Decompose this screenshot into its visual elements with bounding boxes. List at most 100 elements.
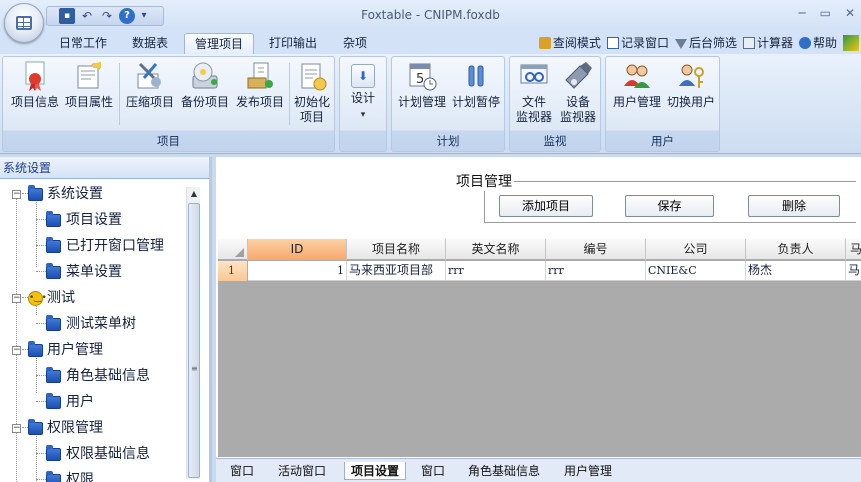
tab-manage-project[interactable]: 管理项目: [184, 33, 255, 54]
window-tab-role-info[interactable]: 角色基础信息: [462, 462, 546, 480]
app-menu-button[interactable]: [4, 3, 44, 43]
tab-daily-work[interactable]: 日常工作: [49, 33, 117, 54]
design-button[interactable]: ⬇ 设计 ▾: [344, 60, 382, 123]
maximize-button[interactable]: ▭: [820, 6, 831, 20]
group-user: 用户管理 切换用户 用户: [605, 56, 720, 152]
plan-management-button[interactable]: 5 计划管理: [395, 60, 449, 110]
tree-line: [36, 453, 46, 454]
backup-disc-icon: [192, 62, 218, 89]
readonly-mode-button[interactable]: 查阅模式: [538, 34, 601, 51]
cell-project-name[interactable]: 马来西亚项目部: [347, 261, 446, 281]
tree-node-users[interactable]: 用户: [0, 389, 209, 415]
folder-icon: [46, 211, 61, 227]
calculator-button[interactable]: 计算器: [742, 34, 793, 51]
device-monitor-button[interactable]: 设备 监视器: [557, 60, 599, 125]
tree-node-permission-management[interactable]: − 权限管理: [0, 415, 209, 441]
window-tab-project-settings[interactable]: 项目设置: [344, 462, 407, 480]
cell-company[interactable]: CNIE&C: [646, 261, 746, 281]
cell-id[interactable]: 1: [248, 261, 347, 281]
group-plan: 5 计划管理 计划暂停 计划: [391, 56, 505, 152]
publish-icon: [247, 62, 273, 89]
backup-project-button[interactable]: 备份项目: [178, 60, 232, 110]
ribbon-tabs: 日常工作 数据表 管理项目 打印输出 杂项 查阅模式 记录窗口 后台筛选 计算器…: [0, 30, 861, 54]
compress-project-button[interactable]: 压缩项目: [123, 60, 177, 110]
quick-tools: 查阅模式 记录窗口 后台筛选 计算器 帮助: [538, 34, 861, 51]
close-button[interactable]: ✕: [845, 6, 855, 20]
column-header-company[interactable]: 公司: [646, 239, 746, 260]
collapse-toggle[interactable]: −: [12, 190, 21, 199]
background-filter-button[interactable]: 后台筛选: [674, 34, 737, 51]
scroll-thumb[interactable]: ≡: [188, 203, 200, 478]
cell-code[interactable]: rrr: [546, 261, 646, 281]
grip-icon: ≡: [191, 364, 198, 373]
tree-node-test-menu-tree[interactable]: 测试菜单树: [0, 311, 209, 337]
delete-button[interactable]: 删除: [748, 195, 840, 217]
group-label-monitor: 监视: [543, 134, 567, 148]
column-header-extra[interactable]: 马: [846, 239, 861, 260]
collapse-toggle[interactable]: −: [12, 424, 21, 433]
tree-node-user-management[interactable]: − 用户管理: [0, 337, 209, 363]
design-arrow-icon: ⬇: [351, 64, 375, 88]
project-attributes-button[interactable]: 项目属性: [63, 60, 115, 110]
cell-extra[interactable]: 马: [846, 261, 861, 281]
navigation-panel: 系统设置 − 系统设置 项目设置 已打开窗口管理 菜单设置 − •‿• 测试 测…: [0, 157, 212, 482]
window-tab-user-management[interactable]: 用户管理: [558, 462, 618, 480]
tree-node-system-settings[interactable]: − 系统设置: [0, 181, 209, 207]
collapse-toggle[interactable]: −: [12, 346, 21, 355]
tab-data-tables[interactable]: 数据表: [122, 33, 178, 54]
window-tab-window-2[interactable]: 窗口: [415, 462, 451, 480]
tab-print-output[interactable]: 打印输出: [259, 33, 327, 54]
folder-icon: [46, 237, 61, 253]
tree-line: [36, 323, 46, 324]
minimize-button[interactable]: ─: [798, 6, 805, 20]
compress-tools-icon: [137, 62, 161, 89]
tree-node-project-settings[interactable]: 项目设置: [0, 207, 209, 233]
add-project-button[interactable]: 添加项目: [499, 195, 593, 217]
tree-node-menu-settings[interactable]: 菜单设置: [0, 259, 209, 285]
row-number[interactable]: 1: [218, 261, 248, 281]
initialize-project-button[interactable]: 初始化 项目: [291, 60, 333, 125]
app-menu-icon: [16, 16, 32, 30]
tree-node-label: 菜单设置: [66, 264, 122, 280]
tree-node-test[interactable]: − •‿• 测试: [0, 285, 209, 311]
cell-english-name[interactable]: rrr: [446, 261, 546, 281]
publish-project-button[interactable]: 发布项目: [233, 60, 287, 110]
switch-user-button[interactable]: 切换用户: [664, 60, 718, 110]
ribbon-separator: [119, 63, 120, 125]
column-header-english-name[interactable]: 英文名称: [446, 239, 546, 260]
tree-node-permissions[interactable]: 权限: [0, 467, 209, 482]
window-tab-window[interactable]: 窗口: [224, 462, 260, 480]
column-header-manager[interactable]: 负责人: [746, 239, 846, 260]
window-tab-active-window[interactable]: 活动窗口: [272, 462, 332, 480]
tab-misc[interactable]: 杂项: [333, 33, 377, 54]
tree-node-open-window-management[interactable]: 已打开窗口管理: [0, 233, 209, 259]
tree-node-label: 权限基础信息: [66, 446, 150, 462]
help-button[interactable]: 帮助: [798, 34, 837, 51]
file-monitor-button[interactable]: 文件 监视器: [513, 60, 555, 125]
table-row[interactable]: 1 1 马来西亚项目部 rrr rrr CNIE&C 杨杰 马: [218, 261, 861, 281]
user-management-button[interactable]: 用户管理: [610, 60, 664, 110]
save-button[interactable]: 保存: [625, 195, 714, 217]
tree-node-permission-info[interactable]: 权限基础信息: [0, 441, 209, 467]
filter-icon: [674, 39, 687, 49]
cell-manager[interactable]: 杨杰: [746, 261, 846, 281]
help-circle-icon: [798, 37, 811, 49]
plan-pause-button[interactable]: 计划暂停: [449, 60, 503, 110]
tree-scrollbar[interactable]: ▲ ≡: [186, 187, 200, 479]
file-monitor-icon: [520, 64, 548, 84]
certificate-icon: [25, 61, 45, 91]
folder-icon: [28, 185, 43, 201]
scroll-up-arrow-icon[interactable]: ▲: [187, 187, 201, 201]
record-window-button[interactable]: 记录窗口: [606, 34, 669, 51]
window-controls: ─ ▭ ✕: [798, 6, 855, 20]
tree-node-label: 用户: [66, 394, 94, 410]
lock-icon: [538, 37, 551, 49]
column-header-project-name[interactable]: 项目名称: [347, 239, 446, 260]
column-header-id[interactable]: ID: [248, 239, 347, 260]
tree-node-role-info[interactable]: 角色基础信息: [0, 363, 209, 389]
column-header-code[interactable]: 编号: [546, 239, 646, 260]
folder-icon: [46, 367, 61, 383]
collapse-toggle[interactable]: −: [12, 294, 21, 303]
select-all-corner[interactable]: [218, 239, 248, 260]
project-info-button[interactable]: 项目信息: [9, 60, 61, 110]
